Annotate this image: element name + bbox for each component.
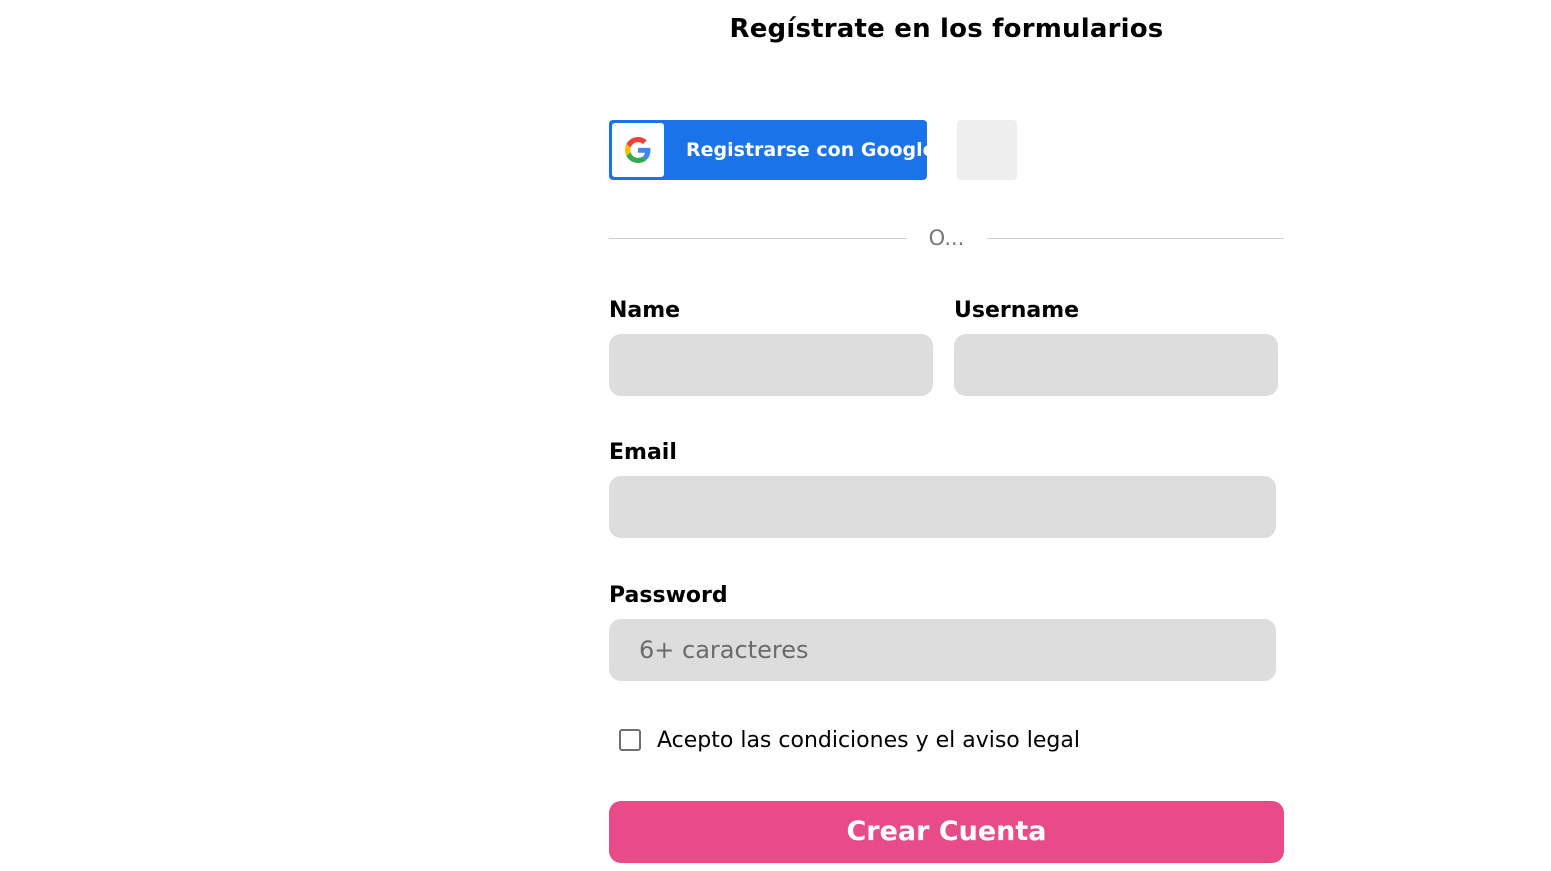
email-label: Email xyxy=(609,440,677,465)
username-label: Username xyxy=(954,298,1080,323)
create-account-button[interactable]: Crear Cuenta xyxy=(609,801,1284,863)
google-logo-container xyxy=(612,123,664,177)
divider-text: O... xyxy=(928,226,965,250)
google-signup-button[interactable]: Registrarse con Google xyxy=(609,120,936,180)
email-input[interactable] xyxy=(609,476,1276,538)
terms-row: Acepto las condiciones y el aviso legal xyxy=(619,724,1080,756)
terms-label[interactable]: Acepto las condiciones y el aviso legal xyxy=(657,728,1080,753)
terms-checkbox[interactable] xyxy=(619,729,641,751)
secondary-social-button[interactable] xyxy=(957,120,1017,180)
google-signup-label: Registrarse con Google xyxy=(686,139,936,161)
or-divider: O... xyxy=(609,222,1284,254)
divider-line-right xyxy=(986,237,1284,239)
divider-line-left xyxy=(609,237,907,239)
username-input[interactable] xyxy=(954,334,1278,396)
password-input[interactable] xyxy=(609,619,1276,681)
google-g-icon xyxy=(625,137,651,163)
page-title: Regístrate en los formularios xyxy=(729,14,1164,44)
name-label: Name xyxy=(609,298,681,323)
name-input[interactable] xyxy=(609,334,933,396)
password-label: Password xyxy=(609,583,728,608)
social-signup-row: Registrarse con Google xyxy=(609,120,1017,180)
